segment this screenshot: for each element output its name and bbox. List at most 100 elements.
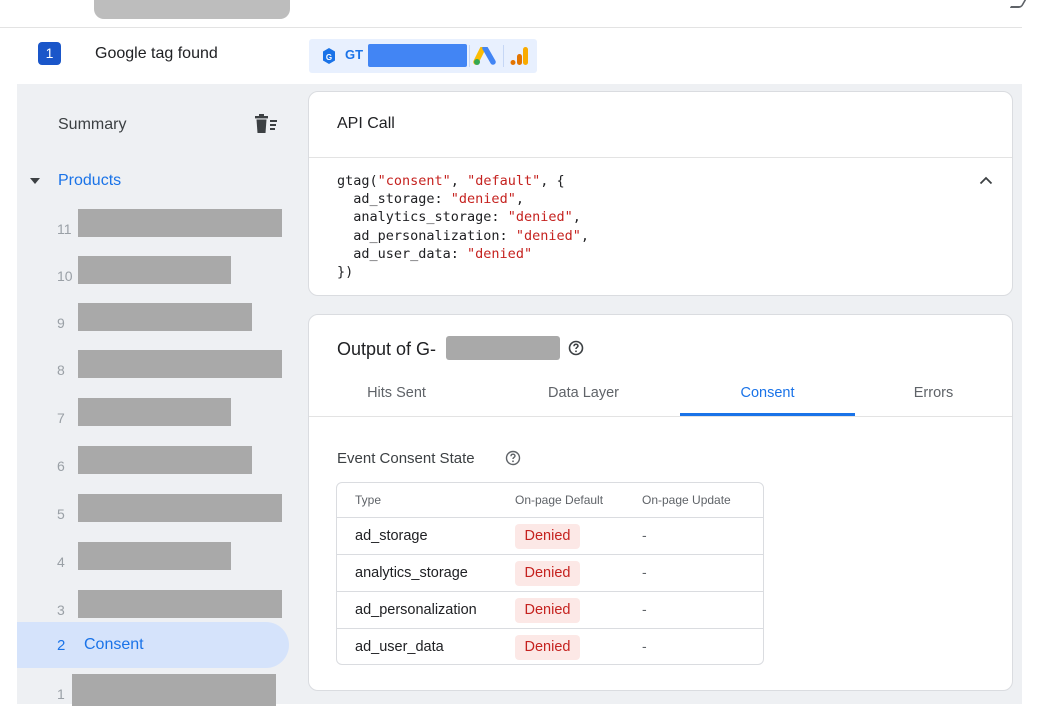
tag-found-label: Google tag found — [95, 45, 218, 62]
table-row: ad_user_data Denied - — [337, 628, 763, 664]
consent-type: ad_storage — [355, 528, 428, 544]
table-row: ad_storage Denied - — [337, 517, 763, 554]
sidebar-event-item[interactable]: 5 — [17, 492, 291, 538]
update-value: - — [642, 564, 647, 580]
api-call-title: API Call — [337, 115, 395, 132]
tag-row[interactable]: 1 Google tag found G GT — [0, 28, 1022, 84]
event-number: 6 — [57, 458, 65, 474]
sidebar-event-item[interactable]: 11 — [17, 207, 291, 253]
event-number: 4 — [57, 554, 65, 570]
sidebar-event-item[interactable]: 7 — [17, 396, 291, 442]
caret-down-icon[interactable] — [30, 178, 40, 184]
corner-arrow-icon — [1009, 0, 1027, 8]
consent-state-table: Type On-page Default On-page Update ad_s… — [336, 482, 764, 665]
code-text: , — [515, 191, 524, 208]
active-tab-indicator — [680, 413, 855, 416]
tab-consent[interactable]: Consent — [680, 385, 855, 401]
table-row: analytics_storage Denied - — [337, 554, 763, 591]
help-circle-icon[interactable] — [568, 340, 584, 356]
event-number: 11 — [57, 221, 72, 237]
event-number: 8 — [57, 362, 65, 378]
event-number: 5 — [57, 506, 65, 522]
code-text: , — [580, 227, 589, 244]
tab-errors[interactable]: Errors — [846, 385, 1021, 401]
tab-hits-sent[interactable]: Hits Sent — [309, 385, 484, 401]
redacted-event-name — [78, 446, 252, 474]
event-number: 7 — [57, 410, 65, 426]
redacted-event-name — [78, 350, 282, 378]
event-number: 9 — [57, 315, 65, 331]
api-call-code: gtag("consent", "default", { ad_storage:… — [337, 172, 589, 281]
status-badge: Denied — [515, 635, 580, 660]
code-string: "denied" — [507, 209, 573, 226]
code-string: "denied" — [450, 191, 516, 208]
redacted-event-name — [78, 398, 231, 426]
code-text: ad_personalization: — [337, 227, 516, 244]
update-value: - — [642, 601, 647, 617]
redacted-event-name — [78, 303, 252, 331]
help-circle-icon[interactable] — [505, 450, 521, 466]
consent-type: analytics_storage — [355, 565, 468, 581]
tag-index-badge: 1 — [38, 42, 61, 65]
column-header-update: On-page Update — [642, 493, 731, 507]
code-text: , — [572, 209, 581, 226]
event-number: 2 — [57, 637, 66, 654]
sidebar-item-consent-label: Consent — [84, 636, 144, 653]
code-string: "denied" — [467, 245, 533, 262]
tab-data-layer[interactable]: Data Layer — [496, 385, 671, 401]
sidebar-products[interactable]: Products — [58, 172, 121, 190]
redacted-tag-id — [368, 44, 467, 67]
code-text: gtag( — [337, 173, 378, 189]
output-title: Output of G- — [337, 339, 437, 359]
clear-list-icon[interactable] — [253, 114, 279, 134]
svg-text:G: G — [326, 53, 332, 62]
sidebar-event-item[interactable]: 1 — [17, 672, 291, 715]
status-badge: Denied — [515, 561, 580, 586]
status-badge: Denied — [515, 524, 580, 549]
sidebar-event-item[interactable]: 10 — [17, 254, 291, 300]
code-string: "consent" — [377, 173, 451, 189]
code-string: "default" — [467, 173, 541, 189]
tag-id-prefix: GT — [345, 47, 364, 62]
event-number: 3 — [57, 602, 65, 618]
output-card: Output of G- Hits Sent Data Layer Consen… — [308, 314, 1013, 691]
column-header-default: On-page Default — [515, 493, 604, 507]
sidebar-summary[interactable]: Summary — [58, 116, 126, 134]
sidebar-item-consent[interactable]: 2 Consent — [17, 622, 289, 668]
redacted-header-pill — [94, 0, 290, 19]
table-row: ad_personalization Denied - — [337, 591, 763, 628]
consent-type: ad_user_data — [355, 639, 444, 655]
event-number: 10 — [57, 268, 73, 284]
card-divider — [309, 157, 1012, 158]
google-analytics-icon — [510, 47, 528, 65]
redacted-event-name — [78, 209, 282, 237]
code-text: ad_user_data: — [337, 245, 468, 262]
sidebar-event-item[interactable]: 8 — [17, 348, 291, 394]
chip-divider — [469, 45, 470, 67]
event-number: 1 — [57, 686, 65, 702]
sidebar-event-item[interactable]: 4 — [17, 540, 291, 586]
code-string: "denied" — [515, 227, 581, 244]
update-value: - — [642, 527, 647, 543]
code-text: ad_storage: — [337, 191, 451, 208]
chevron-up-icon[interactable] — [979, 175, 993, 185]
code-text: }) — [337, 264, 354, 281]
code-text: , — [450, 173, 468, 189]
column-header-type: Type — [355, 493, 382, 507]
tag-id-chip[interactable]: G GT — [309, 39, 537, 73]
update-value: - — [642, 638, 647, 654]
redacted-event-name — [78, 542, 231, 570]
redacted-event-name — [78, 590, 282, 618]
code-text: , { — [540, 173, 565, 189]
event-consent-state-label: Event Consent State — [337, 450, 475, 467]
chip-divider — [503, 45, 504, 67]
api-call-card: API Call gtag("consent", "default", { ad… — [308, 91, 1013, 296]
code-text: analytics_storage: — [337, 209, 508, 226]
sidebar-event-item[interactable]: 9 — [17, 301, 291, 347]
status-badge: Denied — [515, 598, 580, 623]
redacted-event-name — [78, 494, 282, 522]
google-ads-icon — [473, 47, 496, 65]
sidebar-event-item[interactable]: 6 — [17, 444, 291, 490]
output-tabs: Hits Sent Data Layer Consent Errors — [309, 375, 1012, 417]
redacted-event-name — [78, 256, 231, 284]
